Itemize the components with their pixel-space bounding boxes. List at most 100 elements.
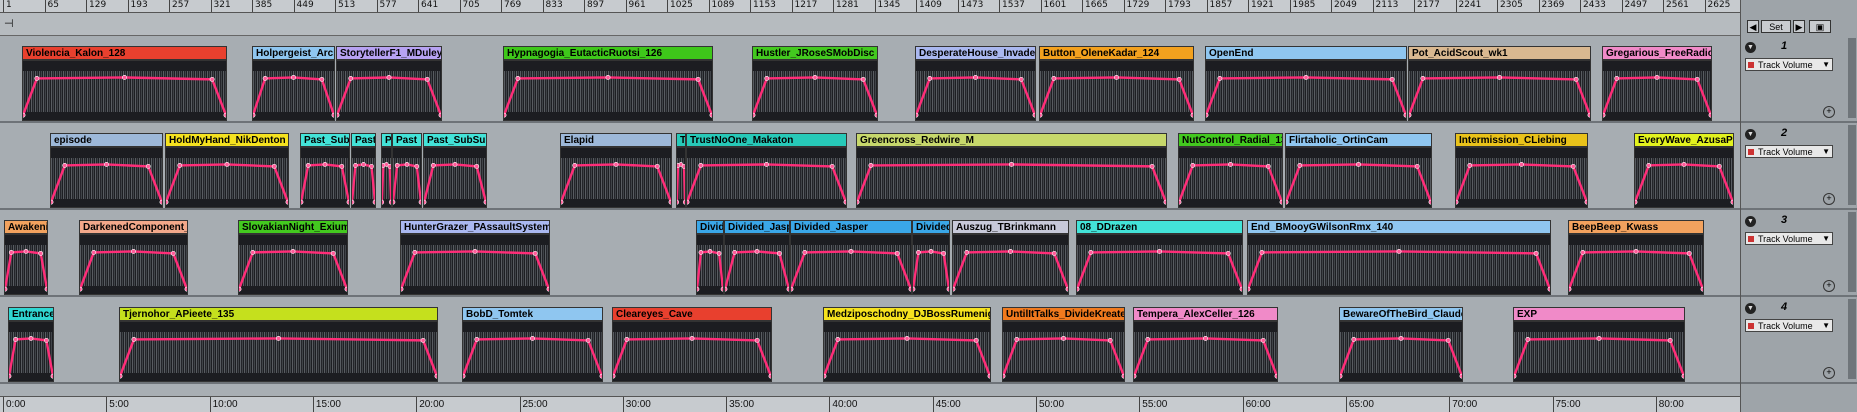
clip-waveform[interactable] — [856, 147, 1167, 208]
clip-title[interactable]: BewareOfTheBird_Claude — [1339, 307, 1463, 321]
envelope-breakpoint[interactable] — [927, 75, 933, 81]
envelope-breakpoint[interactable] — [159, 199, 162, 205]
add-lane-button[interactable]: + — [1823, 280, 1835, 292]
envelope-breakpoint[interactable] — [472, 249, 478, 254]
envelope-breakpoint[interactable] — [1018, 76, 1024, 82]
clip-title[interactable]: EveryWave_AzusaPl — [1634, 133, 1734, 147]
envelope-breakpoint[interactable] — [786, 286, 789, 292]
clip-title[interactable]: Hypnagogia_EutacticRuotsi_126 — [503, 46, 713, 60]
envelope-breakpoint[interactable] — [369, 163, 374, 169]
envelope-breakpoint[interactable] — [599, 373, 602, 379]
envelope-breakpoint[interactable] — [732, 249, 738, 255]
clip-waveform[interactable] — [4, 234, 48, 295]
envelope-breakpoint[interactable] — [394, 162, 400, 168]
audio-clip[interactable]: Tjernohor_APieete_135 — [119, 307, 438, 382]
envelope-breakpoint[interactable] — [953, 286, 956, 292]
envelope-breakpoint[interactable] — [1157, 249, 1162, 254]
envelope-breakpoint[interactable] — [23, 112, 26, 118]
envelope-breakpoint[interactable] — [1596, 336, 1602, 341]
volume-envelope[interactable] — [239, 235, 347, 294]
volume-envelope[interactable] — [725, 235, 789, 294]
envelope-breakpoint[interactable] — [1603, 112, 1606, 118]
envelope-breakpoint[interactable] — [1239, 286, 1242, 292]
envelope-breakpoint[interactable] — [1700, 286, 1703, 292]
envelope-breakpoint[interactable] — [904, 336, 910, 341]
envelope-breakpoint[interactable] — [1149, 163, 1155, 169]
envelope-breakpoint[interactable] — [361, 162, 366, 167]
envelope-breakpoint[interactable] — [768, 373, 771, 379]
volume-envelope[interactable] — [1286, 148, 1431, 207]
envelope-breakpoint[interactable] — [131, 336, 137, 342]
envelope-breakpoint[interactable] — [1286, 199, 1289, 205]
clip-waveform[interactable] — [612, 321, 772, 382]
audio-clip[interactable]: HoldMyHand_NikDenton — [165, 133, 289, 208]
envelope-breakpoint[interactable] — [250, 249, 256, 255]
envelope-breakpoint[interactable] — [687, 199, 690, 205]
clip-waveform[interactable] — [1002, 321, 1125, 382]
envelope-breakpoint[interactable] — [812, 75, 818, 80]
clip-title[interactable]: Past_Sub — [300, 133, 350, 147]
envelope-breakpoint[interactable] — [50, 373, 53, 379]
add-lane-button[interactable]: + — [1823, 106, 1835, 118]
envelope-breakpoint[interactable] — [209, 76, 215, 82]
envelope-breakpoint[interactable] — [170, 250, 176, 256]
envelope-breakpoint[interactable] — [1681, 162, 1687, 167]
envelope-breakpoint[interactable] — [1667, 337, 1673, 343]
envelope-breakpoint[interactable] — [344, 286, 347, 292]
clip-title[interactable]: Violencia_Kalon_128 — [22, 46, 227, 60]
clip-title[interactable]: Pot_AcidScout_wk1 — [1408, 46, 1591, 60]
envelope-breakpoint[interactable] — [1107, 337, 1113, 343]
track-lane[interactable]: Awakenin DarkenedComponent_Y SlovakianNigh… — [0, 210, 1740, 297]
volume-envelope[interactable] — [1134, 322, 1277, 381]
envelope-breakpoint[interactable] — [1014, 336, 1020, 342]
envelope-breakpoint[interactable] — [1398, 336, 1404, 341]
clip-title[interactable]: Auszug_TBrinkmann — [952, 220, 1069, 234]
envelope-breakpoint[interactable] — [1497, 75, 1502, 80]
envelope-breakpoint[interactable] — [561, 199, 564, 205]
audio-clip[interactable]: Hypnagogia_EutacticRuotsi_126 — [503, 46, 713, 121]
audio-clip[interactable]: Past — [351, 133, 376, 208]
envelope-breakpoint[interactable] — [1297, 162, 1303, 168]
envelope-breakpoint[interactable] — [764, 75, 770, 81]
volume-envelope[interactable] — [424, 148, 486, 207]
clip-title[interactable]: Divide — [696, 220, 724, 234]
envelope-breakpoint[interactable] — [262, 75, 268, 81]
audio-clip[interactable]: episode — [50, 133, 163, 208]
audio-clip[interactable]: DarkenedComponent_Y — [79, 220, 188, 295]
clip-title[interactable]: Entrance — [8, 307, 54, 321]
audio-clip[interactable]: EveryWave_AzusaPl — [1634, 133, 1734, 208]
envelope-breakpoint[interactable] — [973, 337, 979, 343]
envelope-breakpoint[interactable] — [1570, 163, 1576, 169]
envelope-breakpoint[interactable] — [1190, 162, 1196, 168]
envelope-breakpoint[interactable] — [1248, 286, 1251, 292]
audio-clip[interactable]: EXP — [1513, 307, 1685, 382]
envelope-breakpoint[interactable] — [913, 286, 916, 292]
audio-clip[interactable]: SlovakianNight_Exium — [238, 220, 348, 295]
volume-envelope[interactable] — [824, 322, 990, 381]
clip-title[interactable]: UntilItTalks_DivideKreate — [1002, 307, 1125, 321]
volume-envelope[interactable] — [393, 148, 421, 207]
start-marker-icon[interactable]: ⊣ — [4, 17, 14, 30]
audio-clip[interactable]: Button_OleneKadar_124 — [1039, 46, 1194, 121]
envelope-breakpoint[interactable] — [424, 76, 430, 82]
volume-envelope[interactable] — [401, 235, 549, 294]
envelope-breakpoint[interactable] — [1708, 112, 1711, 118]
envelope-breakpoint[interactable] — [1061, 336, 1066, 341]
envelope-breakpoint[interactable] — [835, 336, 841, 342]
automation-param-select[interactable]: Track Volume ▼ — [1745, 232, 1833, 245]
envelope-breakpoint[interactable] — [1176, 76, 1182, 82]
clip-title[interactable]: Gregarious_FreeRadica — [1602, 46, 1712, 60]
clip-title[interactable]: Divided_Jasper — [790, 220, 912, 234]
audio-clip[interactable]: Past — [392, 133, 422, 208]
envelope-breakpoint[interactable] — [1414, 163, 1420, 169]
audio-clip[interactable]: Past_Sub — [300, 133, 350, 208]
clip-waveform[interactable] — [823, 321, 991, 382]
audio-clip[interactable]: HunterGrazer_PAssaultSystems — [400, 220, 550, 295]
clip-waveform[interactable] — [1039, 60, 1194, 121]
envelope-breakpoint[interactable] — [430, 162, 436, 168]
envelope-breakpoint[interactable] — [276, 336, 281, 341]
envelope-breakpoint[interactable] — [1654, 75, 1660, 80]
clip-waveform[interactable] — [915, 60, 1036, 121]
audio-clip[interactable]: Flirtaholic_OrtinCam — [1285, 133, 1432, 208]
envelope-breakpoint[interactable] — [51, 199, 54, 205]
